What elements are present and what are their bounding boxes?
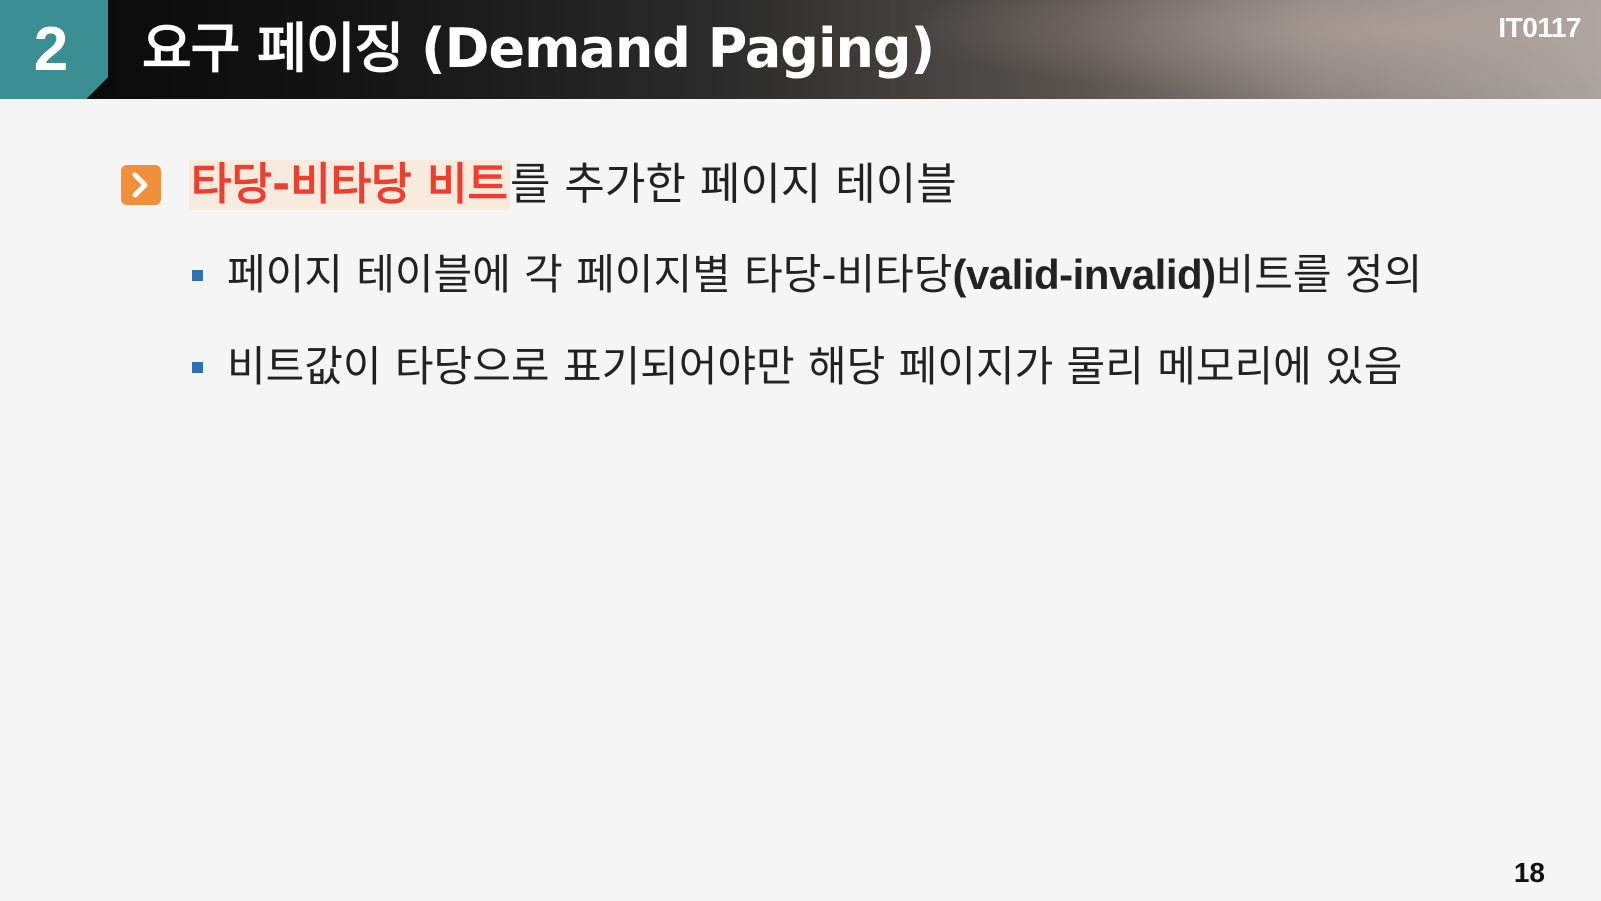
page-title: 요구 페이징 (Demand Paging) [142,17,935,80]
sub-bullet-list: 페이지 테이블에 각 페이지별 타당-비타당(valid-invalid)비트를… [190,244,1490,428]
sub-bullet-text: 페이지 테이블에 각 페이지별 타당-비타당 [227,250,953,299]
square-bullet-icon [192,362,203,373]
slide-header: 2 요구 페이징 (Demand Paging) IT0117 [0,0,1601,99]
chevron-right-icon [121,165,161,205]
highlighted-term: 타당-비타당 비트 [189,159,510,210]
sub-bullet-item: 페이지 테이블에 각 페이지별 타당-비타당(valid-invalid)비트를… [190,244,1490,306]
page-number: 18 [1513,857,1545,888]
sub-bullet-emphasis: (valid-invalid) [952,251,1216,298]
sub-bullet-text-end: 비트를 정의 [1215,250,1423,299]
square-bullet-icon [192,270,203,281]
section-number-badge: 2 [0,0,108,99]
sub-bullet-text: 비트값이 타당으로 표기되어야만 해당 페이지가 물리 메모리에 있음 [227,342,1403,391]
main-bullet-text: 를 추가한 페이지 테이블 [509,159,957,210]
sub-bullet-item: 비트값이 타당으로 표기되어야만 해당 페이지가 물리 메모리에 있음 [190,336,1490,398]
main-bullet: 타당-비타당 비트 를 추가한 페이지 테이블 [121,160,957,210]
course-code: IT0117 [1498,12,1581,43]
header-background-glow [901,0,1601,99]
